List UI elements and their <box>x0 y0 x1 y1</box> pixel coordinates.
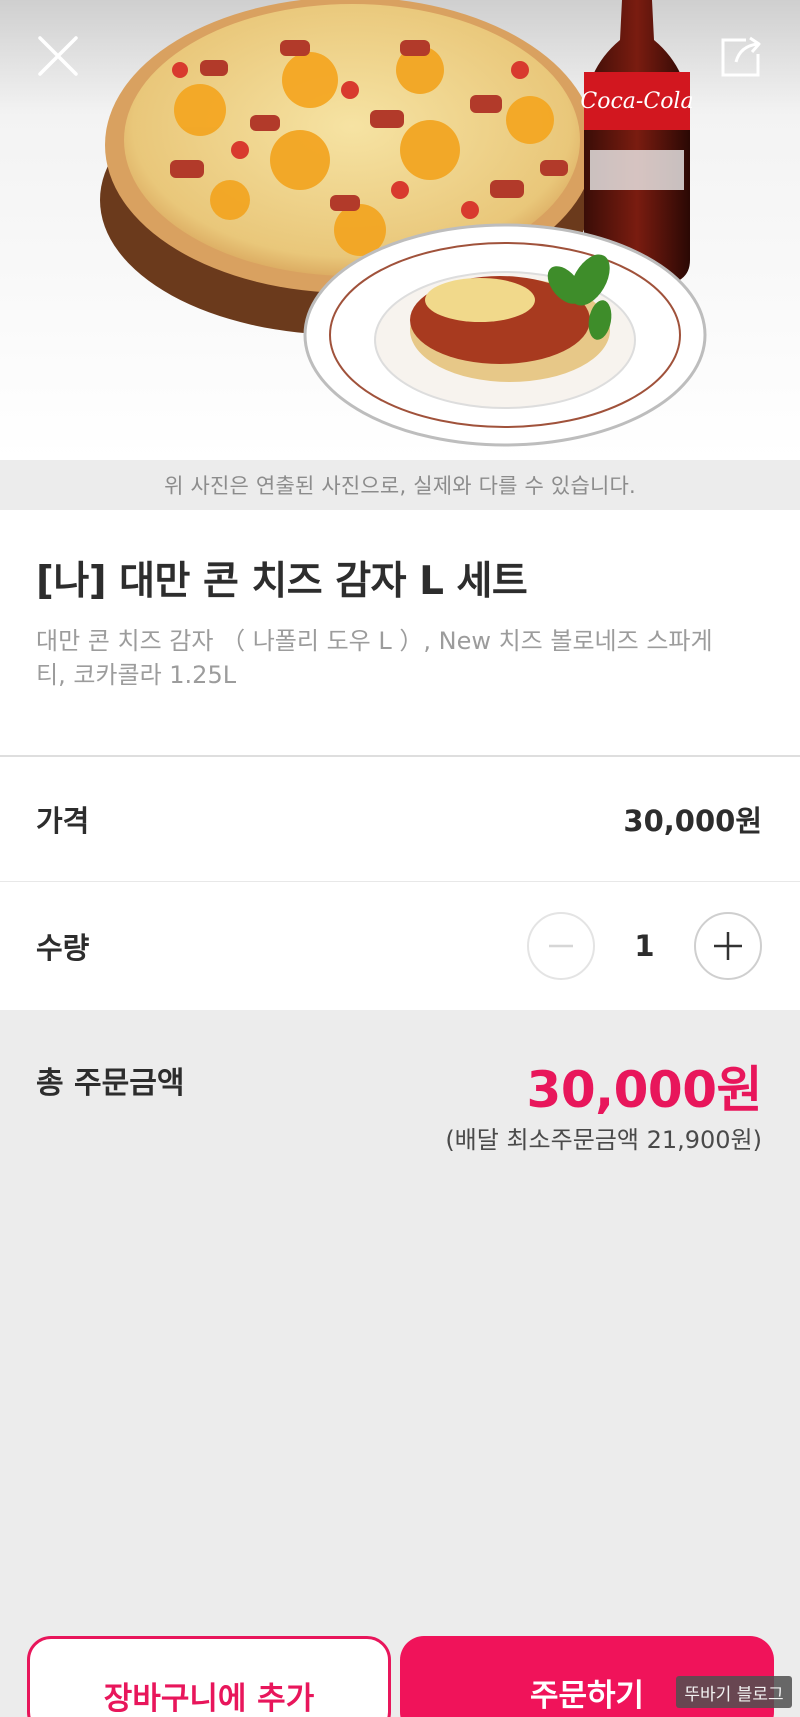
price-row: 가격 30,000원 <box>0 757 800 881</box>
price-label: 가격 <box>36 804 90 838</box>
coke-label: Coca-Cola <box>580 89 693 114</box>
order-label: 주문하기 <box>529 1678 645 1714</box>
share-icon <box>721 36 761 77</box>
close-icon <box>38 36 78 76</box>
product-title: [나] 대만 콘 치즈 감자 L 세트 <box>36 559 528 604</box>
plus-icon <box>714 932 742 960</box>
quantity-stepper: 1 <box>527 912 762 980</box>
minus-icon <box>549 944 573 948</box>
close-button[interactable] <box>30 28 86 84</box>
photo-disclaimer: 위 사진은 연출된 사진으로, 실제와 다를 수 있습니다. <box>0 460 800 510</box>
total-section: 총 주문금액 30,000원 (배달 최소주문금액 21,900원) <box>0 1010 800 1170</box>
price-value: 30,000원 <box>623 804 762 838</box>
share-button[interactable] <box>714 28 770 84</box>
decrease-quantity-button[interactable] <box>527 912 595 980</box>
quantity-label: 수량 <box>36 931 90 965</box>
add-to-cart-button[interactable]: 장바구니에 추가 <box>27 1636 391 1717</box>
product-info: [나] 대만 콘 치즈 감자 L 세트 대만 콘 치즈 감자 （ 나폴리 도우 … <box>0 510 800 756</box>
hero-section: Coca-Cola <box>0 0 800 460</box>
add-to-cart-label: 장바구니에 추가 <box>103 1681 315 1717</box>
increase-quantity-button[interactable] <box>694 912 762 980</box>
product-description: 대만 콘 치즈 감자 （ 나폴리 도우 L ）, New 치즈 볼로네즈 스파게… <box>36 627 713 689</box>
minimum-order-note: (배달 최소주문금액 21,900원) <box>445 1126 762 1154</box>
quantity-row: 수량 1 <box>0 882 800 1010</box>
total-value: 30,000원 <box>526 1061 763 1119</box>
product-image: Coca-Cola <box>0 0 800 460</box>
total-label: 총 주문금액 <box>36 1066 185 1101</box>
blog-watermark: 뚜바기 블로그 <box>676 1676 792 1708</box>
quantity-value: 1 <box>634 929 655 963</box>
